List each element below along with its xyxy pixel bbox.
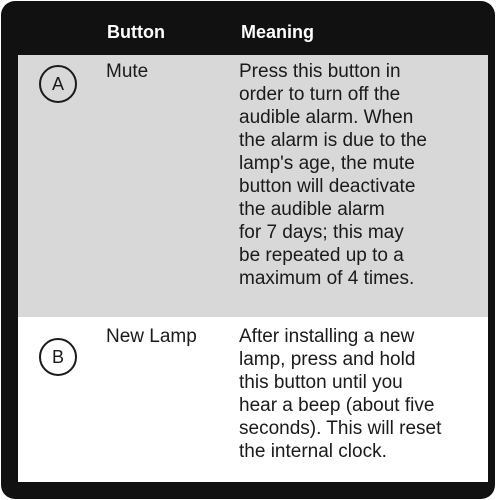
- button-meaning-new-lamp: After installing a new lamp, press and h…: [239, 326, 442, 462]
- button-badge-a: A: [39, 65, 77, 103]
- table-row: B New Lamp After installing a new lamp, …: [18, 317, 488, 482]
- button-name-new-lamp: New Lamp: [106, 326, 197, 347]
- button-meaning-mute: Press this button in order to turn off t…: [239, 61, 427, 289]
- header-meaning-column: Meaning: [241, 22, 315, 42]
- button-table: Button Meaning A Mute Press this button …: [1, 1, 495, 499]
- button-name-mute: Mute: [106, 61, 149, 82]
- table-header: Button Meaning: [1, 1, 495, 55]
- header-button-column: Button: [107, 22, 165, 42]
- button-badge-b: B: [39, 338, 77, 376]
- table-row: A Mute Press this button in order to tur…: [18, 55, 488, 317]
